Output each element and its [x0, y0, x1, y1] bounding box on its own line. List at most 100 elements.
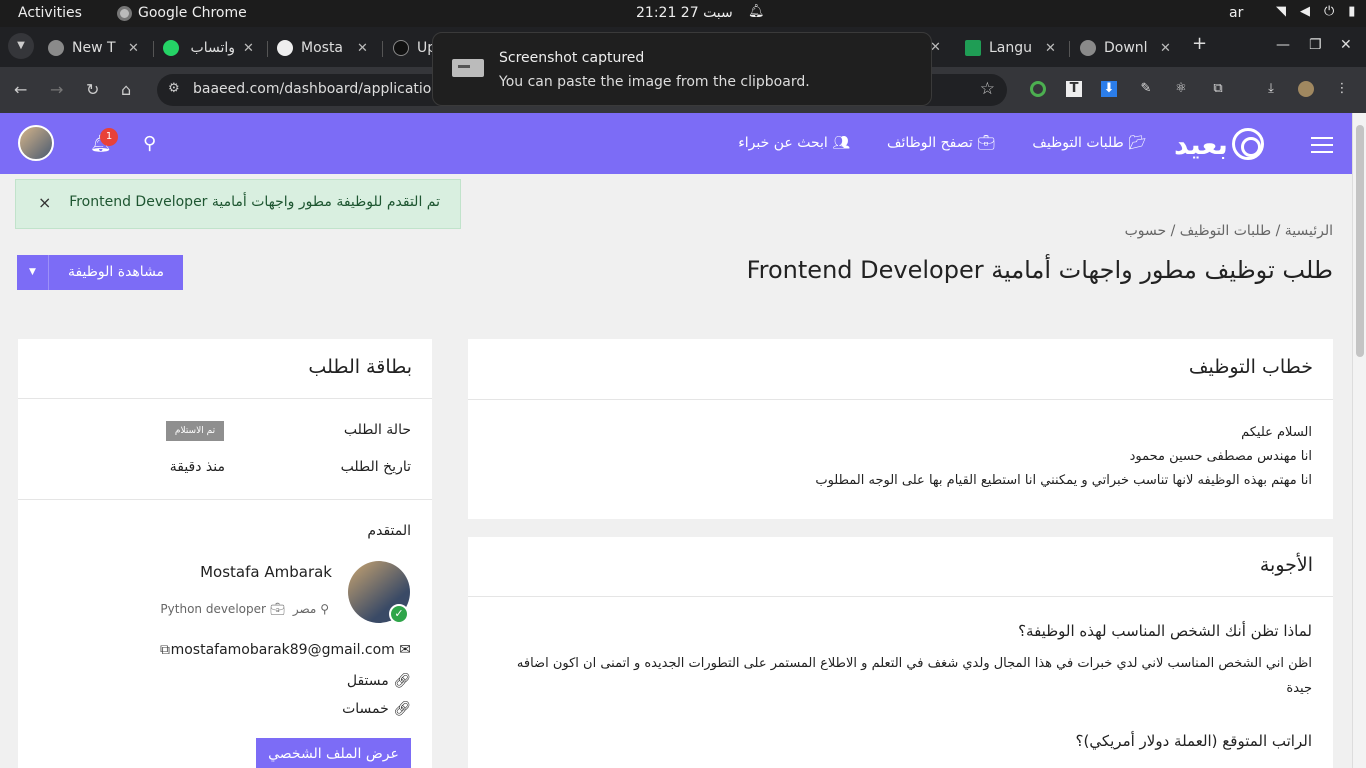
scrollbar-thumb[interactable] — [1356, 125, 1364, 357]
link-text: خمسات — [342, 701, 389, 717]
verified-check-icon: ✓ — [389, 604, 409, 624]
site-logo[interactable]: بعيد — [1174, 125, 1264, 163]
user-avatar[interactable] — [18, 125, 54, 161]
country-text: مصر — [292, 602, 317, 616]
tab-title: New T — [72, 40, 116, 56]
maximize-icon[interactable]: ❐ — [1309, 37, 1322, 53]
text-extension-icon[interactable]: T — [1066, 81, 1082, 97]
minimize-icon[interactable]: — — [1276, 37, 1290, 53]
view-profile-button[interactable]: عرض الملف الشخصي — [256, 738, 411, 768]
toast-title: Screenshot captured — [499, 50, 645, 66]
nav-label: طلبات التوظيف — [1032, 135, 1124, 151]
dropdown-caret-icon[interactable]: ▼ — [17, 255, 49, 290]
site-info-icon[interactable]: ⚙ — [168, 81, 180, 96]
home-icon[interactable]: ⌂ — [121, 80, 131, 99]
page-title: طلب توظيف مطور واجهات أمامية Frontend De… — [746, 256, 1333, 284]
screenshot-toast[interactable]: Screenshot captured You can paste the im… — [432, 32, 932, 106]
bookmark-star-icon[interactable]: ☆ — [980, 79, 995, 99]
downloads-icon[interactable]: ⤓ — [1263, 81, 1279, 97]
hamburger-menu-icon[interactable] — [1311, 137, 1333, 158]
eyedropper-icon[interactable]: ✎ — [1138, 81, 1154, 97]
status-label: حالة الطلب — [343, 422, 411, 438]
view-job-split-button[interactable]: ▼ مشاهدة الوظيفة — [17, 255, 183, 290]
close-icon[interactable]: × — [38, 193, 51, 212]
envelope-icon: ✉ — [399, 642, 411, 658]
tab-search-button[interactable]: ▼ — [8, 33, 34, 59]
chrome-icon — [48, 40, 64, 56]
tab-language[interactable]: Langu ✕ — [965, 35, 1056, 61]
folder-icon: 📂︎ — [1128, 135, 1146, 151]
status-badge: تم الاستلام — [166, 421, 224, 441]
page-scrollbar[interactable] — [1352, 113, 1366, 768]
reload-icon[interactable]: ↻ — [86, 80, 99, 99]
nav-browse-jobs[interactable]: 💼︎ تصفح الوظائف — [887, 135, 995, 151]
url-text: baaeed.com/dashboard/applications/4 — [193, 81, 462, 97]
breadcrumb-home[interactable]: الرئيسية — [1285, 223, 1333, 239]
tab-downloads[interactable]: Downl ✕ — [1080, 35, 1171, 61]
more-menu-icon[interactable]: ⋮ — [1334, 81, 1350, 97]
app-menu[interactable]: Google Chrome — [117, 5, 247, 21]
color-picker-extension-icon[interactable] — [1030, 81, 1046, 97]
breadcrumb-separator: / — [1275, 223, 1281, 239]
system-menu[interactable]: ◥ ◀ ⏻ ▮ — [1276, 4, 1355, 19]
tab-title: Mosta — [301, 40, 344, 56]
breadcrumb-current: حسوب — [1124, 223, 1167, 239]
sheets-icon — [965, 40, 981, 56]
tab-divider — [153, 41, 154, 57]
close-window-icon[interactable]: ✕ — [1340, 37, 1352, 53]
applicant-country: ⚲ مصر — [293, 602, 329, 616]
activities-button[interactable]: Activities — [18, 5, 82, 21]
link-mostaql[interactable]: 🔗︎ مستقل — [347, 673, 411, 689]
nav-applications[interactable]: 📂︎ طلبات التوظيف — [1032, 135, 1146, 151]
upwork-icon — [393, 40, 409, 56]
link-khamsat[interactable]: 🔗︎ خمسات — [342, 701, 411, 717]
breadcrumb: الرئيسية / طلبات التوظيف / حسوب — [1125, 223, 1333, 239]
globe-icon — [1080, 40, 1096, 56]
answer-text: اظن اني الشخص المناسب لاني لدي خبرات في … — [516, 656, 1312, 671]
nav-label: تصفح الوظائف — [886, 135, 973, 151]
breadcrumb-applications[interactable]: طلبات التوظيف — [1180, 223, 1271, 239]
tab-title: Langu — [989, 40, 1033, 56]
link-icon: 🔗︎ — [393, 701, 411, 717]
close-icon[interactable]: ✕ — [128, 41, 139, 56]
date-value: منذ دقيقة — [169, 459, 225, 475]
forward-icon[interactable]: → — [50, 80, 63, 99]
answer-text: جيدة — [1286, 681, 1312, 696]
tab-title: Downl — [1104, 40, 1148, 56]
card-divider — [18, 398, 432, 399]
copy-icon[interactable]: ⧉ — [160, 642, 170, 658]
volume-icon: ◀ — [1300, 4, 1310, 19]
notification-bell-icon: 🔔︎ — [748, 4, 765, 19]
close-icon[interactable]: ✕ — [1160, 41, 1171, 56]
view-job-button[interactable]: مشاهدة الوظيفة — [49, 255, 183, 290]
close-icon[interactable]: ✕ — [357, 41, 368, 56]
applicant-job-title: 💼︎ Python developer — [160, 602, 285, 616]
new-tab-icon[interactable]: + — [1192, 33, 1207, 54]
link-text: مستقل — [346, 673, 389, 689]
cover-letter-line: انا مهندس مصطفى حسين محمود — [1129, 449, 1312, 464]
react-devtools-icon[interactable]: ⚛ — [1173, 81, 1189, 97]
tab-github[interactable]: Mosta ✕ — [277, 35, 368, 61]
toast-body: You can paste the image from the clipboa… — [499, 74, 810, 90]
search-icon[interactable]: ⚲ — [143, 133, 156, 154]
back-icon[interactable]: ← — [14, 80, 27, 99]
whatsapp-icon — [163, 40, 179, 56]
screenshot-icon — [452, 59, 484, 77]
card-divider — [468, 596, 1333, 597]
tab-whatsapp[interactable]: واتساب ✕ — [163, 35, 254, 61]
close-icon[interactable]: ✕ — [243, 41, 254, 56]
success-alert: × تم التقدم للوظيفة مطور واجهات أمامية F… — [15, 179, 461, 229]
alert-message: تم التقدم للوظيفة مطور واجهات أمامية Fro… — [69, 194, 440, 210]
clock[interactable]: 21:21 27 سبت — [636, 5, 733, 21]
power-icon: ⏻ — [1324, 4, 1335, 19]
applicant-name[interactable]: Mostafa Ambarak — [200, 563, 332, 581]
tab-new-tab[interactable]: New T ✕ — [48, 35, 139, 61]
download-extension-icon[interactable]: ⬇ — [1101, 81, 1117, 97]
keyboard-layout[interactable]: ar — [1229, 5, 1243, 21]
cover-letter-line: السلام عليكم — [1241, 425, 1312, 440]
nav-find-experts[interactable]: 👥︎ ابحث عن خبراء — [738, 135, 850, 151]
close-icon[interactable]: ✕ — [1045, 41, 1056, 56]
profile-avatar-icon[interactable] — [1298, 81, 1314, 97]
extensions-puzzle-icon[interactable]: ⧉ — [1210, 81, 1226, 97]
tab-divider — [382, 41, 383, 57]
